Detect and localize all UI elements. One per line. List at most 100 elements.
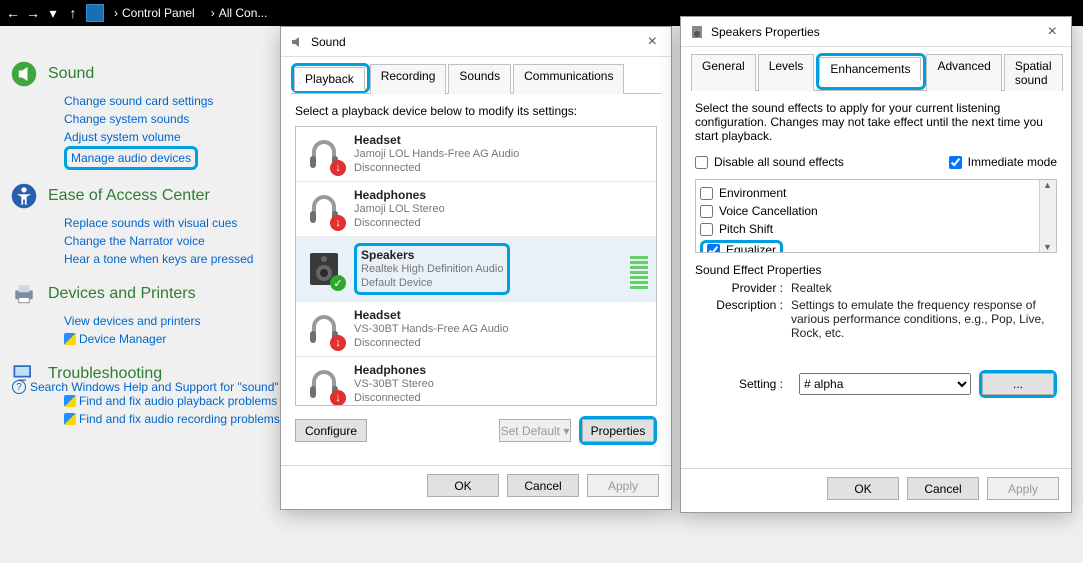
highlight-equalizer: Equalizer [700,240,783,253]
apply-button[interactable]: Apply [987,477,1059,500]
tab-general[interactable]: General [691,54,756,91]
speaker-icon [689,24,705,40]
breadcrumb-segment[interactable]: › Control Panel [108,6,201,20]
device-title: Headset [354,308,509,322]
device-title: Headphones [354,188,445,202]
effect-voice-cancellation[interactable]: Voice Cancellation [700,204,1052,218]
link-key-tone[interactable]: Hear a tone when keys are pressed [64,250,280,268]
headset-device-icon: ↓ [304,364,344,404]
device-status: Disconnected [354,161,519,175]
setting-select[interactable]: # alpha [799,373,971,395]
playback-device-list[interactable]: ↓HeadsetJamoji LOL Hands-Free AG AudioDi… [295,126,657,406]
provider-label: Provider : [695,281,791,295]
tab-levels[interactable]: Levels [758,54,815,91]
fx-props-title: Sound Effect Properties [695,263,1057,277]
breadcrumb-segment[interactable]: › All Con... [205,6,274,20]
link-change-sound-card[interactable]: Change sound card settings [64,92,280,110]
nav-back-icon[interactable]: ← [6,5,20,21]
tab-playback[interactable]: Playback [294,67,365,91]
tab-recording[interactable]: Recording [370,64,447,94]
link-fix-recording[interactable]: Find and fix audio recording problems [64,410,280,428]
setting-more-button[interactable]: ... [982,373,1054,395]
dialog-titlebar: Sound × [281,27,671,57]
device-item[interactable]: ↓ HeadsetJamoji LOL Hands-Free AG AudioDi… [296,127,656,182]
tab-sounds[interactable]: Sounds [448,64,511,94]
help-link[interactable]: ? Search Windows Help and Support for "s… [12,380,279,394]
dialog-titlebar: Speakers Properties × [681,17,1071,47]
cancel-button[interactable]: Cancel [507,474,579,497]
device-item[interactable]: ↓HeadphonesJamoji LOL StereoDisconnected [296,182,656,237]
device-sub: VS-30BT Stereo [354,377,434,391]
immediate-mode-checkbox[interactable]: Immediate mode [949,155,1057,169]
device-text: SpeakersRealtek High Definition AudioDef… [354,243,510,295]
effect-equalizer[interactable]: Equalizer [707,243,776,253]
category-title[interactable]: Ease of Access Center [48,187,210,205]
device-text: HeadphonesVS-30BT StereoDisconnected [354,363,434,405]
ease-of-access-icon [10,182,38,210]
nav-up-icon[interactable]: ↑ [66,5,80,21]
device-title: Headphones [354,363,434,377]
status-badge-icon: ↓ [330,335,346,351]
status-badge-icon: ↓ [330,160,346,176]
link-narrator-voice[interactable]: Change the Narrator voice [64,232,280,250]
headset-device-icon: ↓ [304,189,344,229]
instruction-text: Select a playback device below to modify… [295,104,657,118]
vu-meter [630,249,648,289]
device-status: Disconnected [354,216,445,230]
tab-communications[interactable]: Communications [513,64,624,94]
device-sub: Realtek High Definition Audio [361,262,503,276]
device-item[interactable]: ✓SpeakersRealtek High Definition AudioDe… [296,237,656,302]
device-status: Default Device [361,276,503,290]
close-icon[interactable]: × [642,33,663,51]
category-title[interactable]: Devices and Printers [48,285,196,303]
device-title: Headset [354,133,519,147]
effect-pitch-shift[interactable]: Pitch Shift [700,222,1052,236]
device-item[interactable]: ↓ HeadsetVS-30BT Hands-Free AG AudioDisco… [296,302,656,357]
device-sub: Jamoji LOL Stereo [354,202,445,216]
instruction-text: Select the sound effects to apply for yo… [695,101,1057,143]
apply-button[interactable]: Apply [587,474,659,497]
link-replace-sounds[interactable]: Replace sounds with visual cues [64,214,280,232]
description-value: Settings to emulate the frequency respon… [791,298,1057,340]
category-title[interactable]: Sound [48,65,94,83]
sound-dialog: Sound × Playback Recording Sounds Commun… [280,26,672,510]
set-default-button[interactable]: Set Default ▾ [499,419,571,442]
disable-all-checkbox[interactable]: Disable all sound effects [695,155,844,169]
effects-list[interactable]: Environment Voice Cancellation Pitch Shi… [695,179,1057,253]
device-sub: VS-30BT Hands-Free AG Audio [354,322,509,336]
device-text: HeadphonesJamoji LOL StereoDisconnected [354,188,445,230]
speaker-icon [10,60,38,88]
link-manage-audio-devices[interactable]: Manage audio devices [71,149,191,167]
printer-icon [10,280,38,308]
device-status: Disconnected [354,336,509,350]
ok-button[interactable]: OK [827,477,899,500]
sound-tabs: Playback Recording Sounds Communications [291,63,661,94]
configure-button[interactable]: Configure [295,419,367,442]
device-text: HeadsetJamoji LOL Hands-Free AG AudioDis… [354,133,519,175]
close-icon[interactable]: × [1042,23,1063,41]
sound-dialog-icon [289,34,305,50]
effect-environment[interactable]: Environment [700,186,1052,200]
device-item[interactable]: ↓HeadphonesVS-30BT StereoDisconnected [296,357,656,406]
highlight-speaker-device: SpeakersRealtek High Definition AudioDef… [354,243,510,295]
description-label: Description : [695,298,791,340]
speakers-properties-dialog: Speakers Properties × General Levels Enh… [680,16,1072,513]
tab-enhancements[interactable]: Enhancements [819,57,921,81]
link-fix-playback[interactable]: Find and fix audio playback problems [64,392,280,410]
headset-device-icon: ↓ [304,309,344,349]
link-change-system-sounds[interactable]: Change system sounds [64,110,280,128]
nav-forward-icon[interactable]: → [26,5,40,21]
scrollbar[interactable] [1039,180,1056,252]
highlight-enhancements-tab: Enhancements [816,53,926,90]
highlight-manage-audio: Manage audio devices [64,146,198,170]
tab-advanced[interactable]: Advanced [926,54,1001,91]
help-icon: ? [12,380,26,394]
properties-button[interactable]: Properties [582,419,654,442]
tab-spatial-sound[interactable]: Spatial sound [1004,54,1063,91]
cancel-button[interactable]: Cancel [907,477,979,500]
ok-button[interactable]: OK [427,474,499,497]
link-view-devices[interactable]: View devices and printers [64,312,280,330]
link-adjust-volume[interactable]: Adjust system volume [64,128,280,146]
nav-dropdown-icon[interactable]: ▾ [46,5,60,22]
link-device-manager[interactable]: Device Manager [64,330,280,348]
